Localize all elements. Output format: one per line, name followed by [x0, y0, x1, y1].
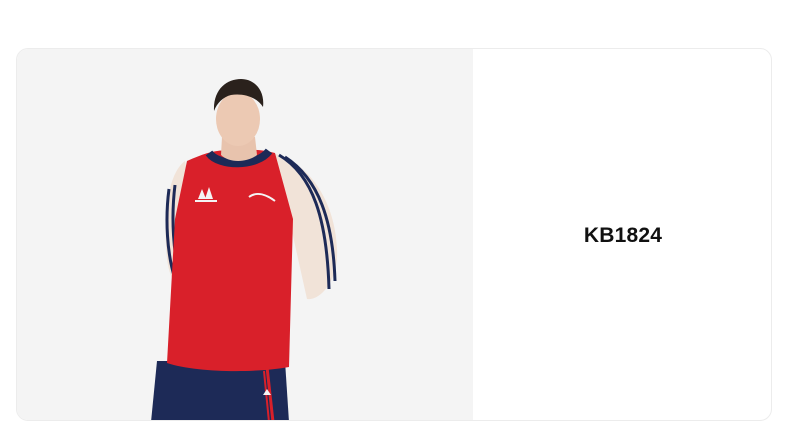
- product-info: KB1824: [473, 49, 771, 420]
- product-code: KB1824: [583, 223, 663, 247]
- product-image[interactable]: [17, 49, 473, 420]
- product-photo-icon: [151, 79, 338, 420]
- product-card[interactable]: KB1824: [16, 48, 772, 421]
